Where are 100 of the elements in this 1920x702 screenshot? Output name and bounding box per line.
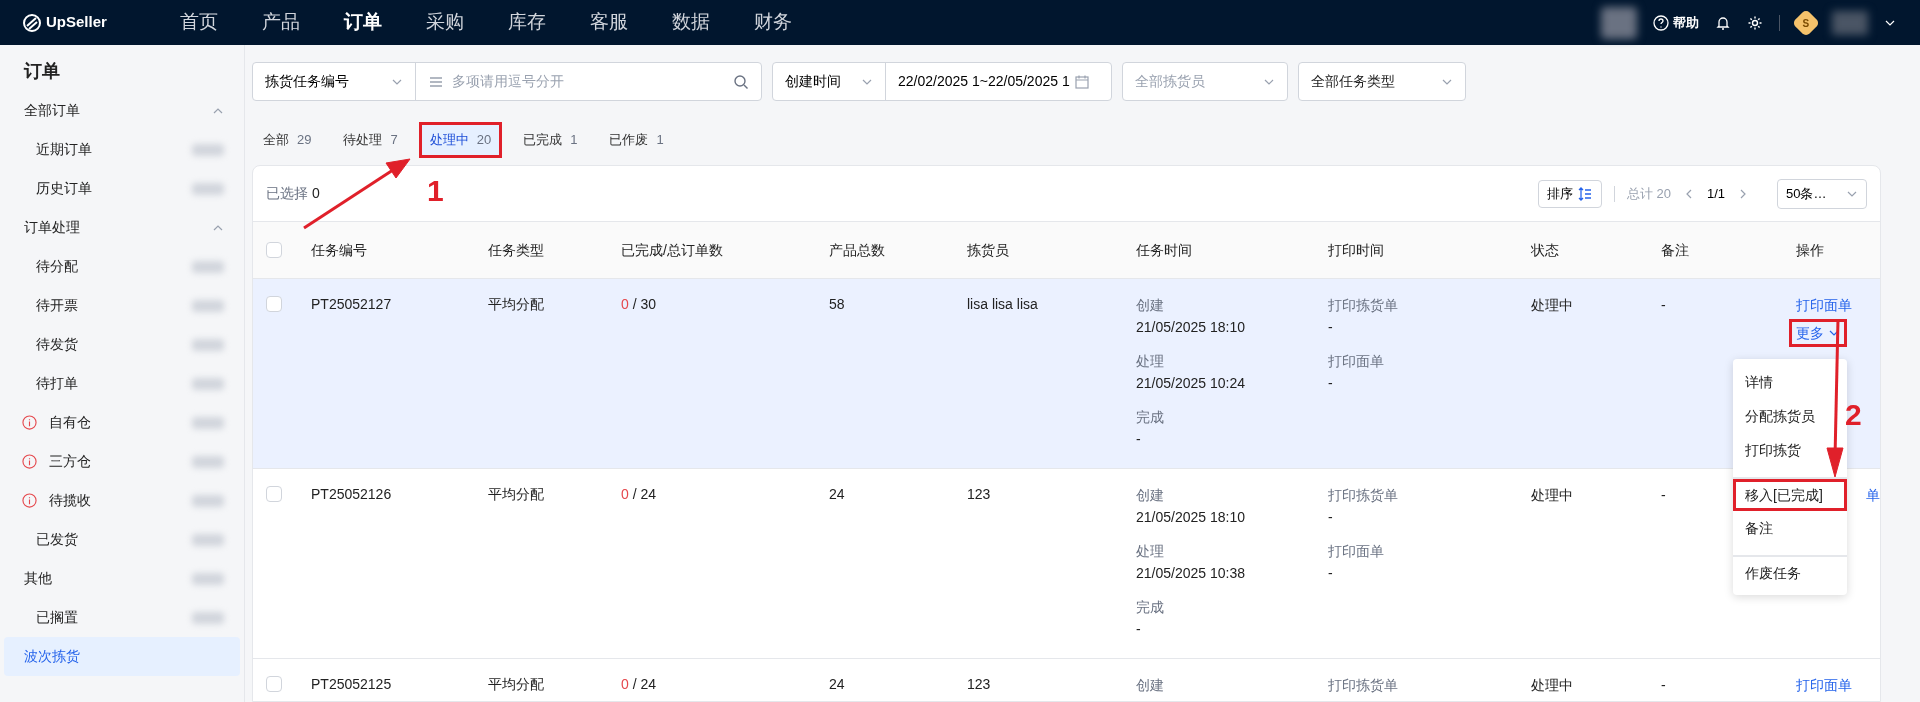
row-checkbox[interactable]: [266, 486, 282, 502]
time-value: 21/05/2025 18:10: [1136, 318, 1245, 337]
blurred-count: [192, 143, 224, 156]
print-label: 打印面单: [1328, 542, 1384, 561]
calendar-icon: [1073, 73, 1090, 90]
sidebar-label: 待开票: [36, 296, 79, 315]
print-value: -: [1328, 374, 1333, 393]
table-cell-text: 123: [967, 485, 992, 504]
time-label: 创建: [1136, 676, 1164, 695]
sidebar-item[interactable]: 订单处理: [4, 208, 240, 247]
print-label: 打印拣货单: [1328, 676, 1398, 695]
table-cell-text: PT25052125: [311, 675, 393, 694]
note-text: -: [1661, 296, 1666, 315]
row-checkbox[interactable]: [266, 296, 282, 312]
status-text: 处理中: [1531, 296, 1574, 315]
help-button[interactable]: 帮助: [1653, 12, 1699, 33]
sidebar-item[interactable]: 待开票: [4, 286, 240, 325]
column-header: 操作: [1796, 240, 1825, 260]
search-input[interactable]: 多项请用逗号分开: [452, 71, 725, 92]
print-label-link[interactable]: 打印面单: [1796, 294, 1852, 316]
table-cell-text: 0 / 24: [621, 485, 658, 504]
blurred-count: [192, 416, 224, 429]
table-cell-text: PT25052127: [311, 295, 393, 314]
time-label: 创建: [1136, 296, 1164, 315]
sidebar-label: 已搁置: [36, 608, 79, 627]
search-type: 拣货任务编号: [265, 72, 349, 91]
status-text: 处理中: [1531, 676, 1574, 695]
sidebar-item[interactable]: 历史订单: [4, 169, 240, 208]
column-header: 状态: [1531, 240, 1560, 260]
menu-item[interactable]: 移入[已完成]: [1733, 477, 1847, 511]
time-label: 处理: [1136, 352, 1164, 371]
menu-item[interactable]: 详情: [1733, 365, 1847, 399]
blurred-count: [192, 494, 224, 507]
sidebar-item[interactable]: 待揽收: [4, 481, 240, 520]
more-button[interactable]: 更多: [1792, 322, 1844, 344]
status-tab[interactable]: 全部 29: [255, 125, 320, 155]
nav-item[interactable]: 产品: [240, 8, 322, 37]
select-all-checkbox[interactable]: [266, 242, 282, 258]
date-type: 创建时间: [785, 72, 841, 91]
sidebar-item[interactable]: 已发货: [4, 520, 240, 559]
logo-text: UpSeller: [46, 12, 107, 33]
column-header: 备注: [1661, 240, 1690, 260]
sidebar-item[interactable]: 待打单: [4, 364, 240, 403]
search-field[interactable]: 拣货任务编号 多项请用逗号分开: [252, 62, 762, 101]
sidebar-item[interactable]: 全部订单: [4, 91, 240, 130]
menu-item[interactable]: 备注: [1733, 511, 1847, 545]
status-tab[interactable]: 待处理 7: [335, 125, 406, 155]
blurred-count: [192, 260, 224, 273]
menu-item[interactable]: 分配拣货员: [1733, 399, 1847, 433]
sidebar-label: 自有仓: [49, 413, 92, 432]
step-number: 2: [1845, 397, 1862, 433]
status-tab[interactable]: 已作废 1: [601, 125, 672, 155]
sidebar-item[interactable]: 波次拣货: [4, 637, 240, 676]
task-type-select[interactable]: 全部任务类型: [1298, 62, 1466, 101]
row-checkbox[interactable]: [266, 676, 282, 692]
sidebar-item[interactable]: 三方仓: [4, 442, 240, 481]
blurred-count: [192, 611, 224, 624]
print-label-link[interactable]: 打印面单: [1796, 674, 1852, 696]
print-value: -: [1328, 564, 1333, 583]
selected-count: 已选择 0: [266, 184, 320, 203]
page-size-select[interactable]: 50条…: [1777, 178, 1867, 209]
search-icon[interactable]: [733, 73, 749, 90]
table-cell-text: 平均分配: [488, 485, 545, 504]
sidebar-item[interactable]: 待发货: [4, 325, 240, 364]
sidebar-label: 待发货: [36, 335, 79, 354]
sidebar-label: 波次拣货: [24, 647, 81, 666]
time-label: 完成: [1136, 598, 1164, 617]
nav-item[interactable]: 财务: [732, 8, 814, 37]
table-cell-text: 58: [829, 295, 846, 314]
sidebar-item[interactable]: 近期订单: [4, 130, 240, 169]
blurred-count: [192, 455, 224, 468]
print-label: 打印拣货单: [1328, 486, 1398, 505]
sidebar-item[interactable]: 其他: [4, 559, 240, 598]
sort-button[interactable]: 排序: [1537, 179, 1602, 208]
nav-item[interactable]: 订单: [322, 8, 404, 37]
sidebar-label: 全部订单: [24, 101, 81, 120]
sidebar-item[interactable]: 已搁置: [4, 598, 240, 637]
table-cell-text: 24: [829, 485, 846, 504]
sidebar-label: 近期订单: [36, 140, 93, 159]
blurred-count: [192, 533, 224, 546]
print-label-link[interactable]: 单: [1866, 484, 1880, 506]
sidebar-label: 历史订单: [36, 179, 93, 198]
sidebar-label: 待打单: [36, 374, 79, 393]
sidebar-item[interactable]: 待分配: [4, 247, 240, 286]
menu-item[interactable]: 打印拣货: [1733, 433, 1847, 467]
column-header: 产品总数: [829, 240, 886, 260]
date-field[interactable]: 创建时间 22/02/2025 1~22/05/2025 1: [772, 62, 1112, 101]
bell-icon[interactable]: [1715, 14, 1731, 31]
nav-item[interactable]: 首页: [158, 8, 240, 37]
time-value: 21/05/2025 10:38: [1136, 564, 1245, 583]
nav-item[interactable]: 客服: [568, 8, 650, 37]
nav-item[interactable]: 采购: [404, 8, 486, 37]
nav-item[interactable]: 库存: [486, 8, 568, 37]
column-header: 拣货员: [967, 240, 1010, 260]
nav-item[interactable]: 数据: [650, 8, 732, 37]
settings-icon[interactable]: [1747, 14, 1763, 31]
table-cell-text: PT25052126: [311, 485, 393, 504]
status-tab[interactable]: 处理中 20: [421, 125, 500, 155]
status-tab[interactable]: 已完成 1: [515, 125, 586, 155]
sidebar-item[interactable]: 自有仓: [4, 403, 240, 442]
